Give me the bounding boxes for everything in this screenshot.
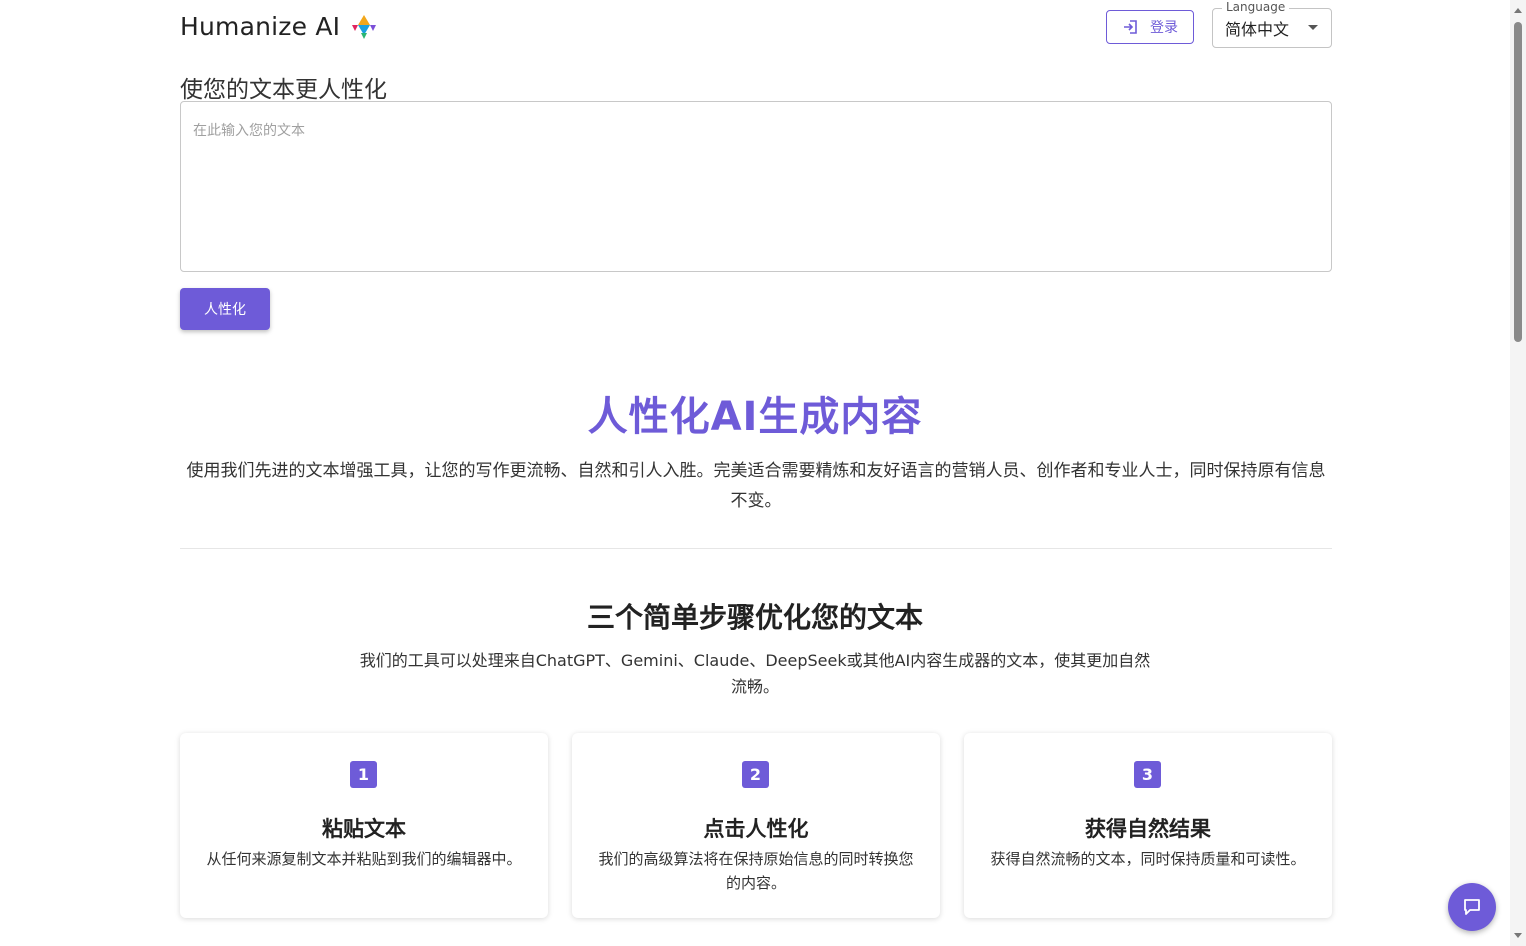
step-title: 点击人性化 (703, 817, 809, 841)
login-button[interactable]: 登录 (1106, 10, 1194, 44)
humanize-button[interactable]: 人性化 (180, 288, 270, 330)
steps-description: 我们的工具可以处理来自ChatGPT、Gemini、Claude、DeepSee… (359, 651, 1151, 696)
scrollbar-thumb[interactable] (1514, 22, 1522, 342)
text-input[interactable] (180, 101, 1332, 272)
brand-title: Humanize AI (180, 12, 341, 41)
chevron-down-icon[interactable] (1308, 25, 1318, 30)
scroll-down-icon[interactable] (1514, 933, 1522, 938)
hero-title: 人性化AI生成内容 (587, 394, 923, 440)
section-divider (180, 548, 1332, 549)
step-number-icon: 3 (1134, 761, 1161, 788)
step-card: 1 粘贴文本 从任何来源复制文本并粘贴到我们的编辑器中。 (180, 733, 548, 918)
step-number-icon: 2 (742, 761, 769, 788)
step-description: 获得自然流畅的文本，同时保持质量和可读性。 (990, 850, 1306, 868)
step-description: 从任何来源复制文本并粘贴到我们的编辑器中。 (206, 850, 522, 868)
login-label: 登录 (1150, 20, 1178, 36)
step-card: 2 点击人性化 我们的高级算法将在保持原始信息的同时转换您的内容。 (572, 733, 940, 918)
colorful-logo-icon (352, 14, 377, 39)
steps-title: 三个简单步骤优化您的文本 (586, 601, 923, 634)
step-description: 我们的高级算法将在保持原始信息的同时转换您的内容。 (598, 850, 914, 892)
language-select[interactable]: 简体中文 Language (1212, 0, 1332, 48)
editor-title: 使您的文本更人性化 (180, 77, 387, 103)
step-card: 3 获得自然结果 获得自然流畅的文本，同时保持质量和可读性。 (964, 733, 1332, 918)
chat-icon (1464, 899, 1480, 915)
login-icon (1124, 20, 1137, 34)
page-scrollbar[interactable] (1510, 0, 1526, 946)
step-title: 粘贴文本 (322, 817, 406, 841)
scroll-up-icon[interactable] (1514, 8, 1522, 13)
step-number-icon: 1 (350, 761, 377, 788)
step-title: 获得自然结果 (1085, 817, 1211, 841)
page: Humanize AI 登录 简体中文 Language 使您的文本更人性化 人… (0, 0, 1526, 946)
chat-button[interactable] (1448, 883, 1496, 931)
language-selected-value: 简体中文 (1225, 20, 1290, 39)
language-legend: Language (1222, 0, 1290, 14)
brand[interactable]: Humanize AI (180, 12, 378, 41)
hero-description: 使用我们先进的文本增强工具，让您的写作更流畅、自然和引人入胜。完美适合需要精炼和… (186, 461, 1326, 511)
